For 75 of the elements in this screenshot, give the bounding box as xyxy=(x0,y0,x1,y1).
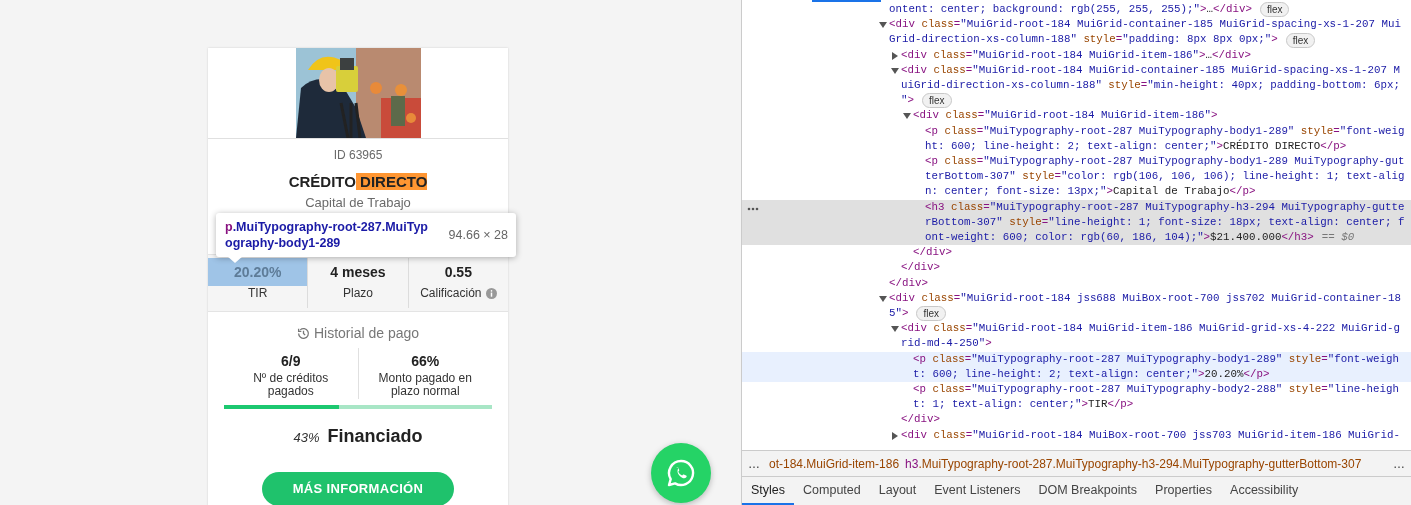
breadcrumb-item[interactable]: ot-184.MuiGrid-item-186 xyxy=(766,454,903,473)
code-line: <div class="MuiGrid-root-184 MuiGrid-item-186 MuiGrid-grid-xs-4-222 MuiGrid-g xyxy=(901,321,1400,337)
history-label: Nº de créditos pagados xyxy=(252,372,330,397)
devtools-tab[interactable]: Layout xyxy=(869,477,926,505)
history-value: 6/9 xyxy=(281,352,301,371)
breadcrumb-item[interactable]: h3.MuiTypography-root-287.MuiTypography-h3-294.MuiTypography-gutterBottom-307 xyxy=(902,454,1365,473)
code-line: rid-md-4-250"> xyxy=(901,336,992,352)
expanded-triangle-icon[interactable] xyxy=(891,66,899,75)
expanded-triangle-icon[interactable] xyxy=(879,294,887,303)
expanded-triangle-icon[interactable] xyxy=(903,112,911,121)
stat-label: Plazo xyxy=(342,286,373,300)
code-line: </div> xyxy=(913,245,952,261)
code-line: <p class="MuiTypography-root-287 MuiTypography-body1-289" style="font-weig xyxy=(925,123,1405,139)
code-line: <div class="MuiGrid-root-184 MuiGrid-item-186">…</div> xyxy=(901,47,1251,63)
element-selector: p.MuiTypography-root-287.MuiTypography-body1-289 xyxy=(225,219,429,251)
code-line: <p class="MuiTypography-root-287 MuiTypography-body1-289 MuiTypography-gut xyxy=(925,154,1405,170)
devtools-tab[interactable]: Accessibility xyxy=(1221,477,1308,505)
flex-badge[interactable]: flex xyxy=(921,93,952,109)
code-line: t: 1; text-align: center;">TIR</p> xyxy=(913,397,1134,413)
devtools-tab[interactable]: Event Listeners xyxy=(925,477,1030,505)
stat-label: TIR xyxy=(248,286,268,300)
stat-value: 20.20% xyxy=(208,258,308,286)
code-line: </div> xyxy=(889,275,928,291)
flex-badge[interactable]: flex xyxy=(916,306,946,322)
code-line: ontent: center; background: rgb(255, 255, 255);">…</div> xyxy=(889,2,1252,17)
history-title: Historial de pago xyxy=(313,324,420,342)
chat-bubble-icon xyxy=(665,457,697,489)
code-line: Grid-direction-xs-column-188" style="padding: 8px 8px 0px;"> xyxy=(889,32,1278,48)
flex-badge[interactable]: flex xyxy=(1259,2,1290,18)
code-line: ht: 600; line-height: 2; text-align: center;">CRÉDITO DIRECTO</p> xyxy=(925,138,1347,154)
code-line: 5"> xyxy=(889,306,909,322)
code-line: <p class="MuiTypography-root-287 MuiTypography-body2-288" style="line-heigh xyxy=(913,382,1399,398)
collapsed-triangle-icon[interactable] xyxy=(891,51,899,60)
devtools-tab[interactable]: Properties xyxy=(1146,477,1222,505)
panel-tab-indicator xyxy=(812,0,881,2)
breadcrumb-overflow[interactable]: … xyxy=(742,454,766,473)
code-line: <p class="MuiTypography-root-287 MuiTypography-body1-289" style="font-weigh xyxy=(913,351,1399,367)
credit-subtitle: Capital de Trabajo xyxy=(305,196,411,209)
history-value: 66% xyxy=(411,352,440,371)
code-line: uiGrid-direction-xs-column-188" style="min-height: 40px; padding-bottom: 6px; xyxy=(901,78,1400,93)
code-line: </div> xyxy=(901,260,940,276)
code-line: <h3 class="MuiTypography-root-287 MuiTypography-h3-294 MuiTypography-gutte xyxy=(925,199,1405,215)
code-line: ont-weight: 600; color: rgb(60, 186, 104);">$21.400.000</h3> xyxy=(925,230,1314,246)
stat-label: Calificación xyxy=(420,286,482,300)
code-line: </div> xyxy=(901,412,940,428)
flex-badge[interactable]: flex xyxy=(1285,32,1316,48)
stat-value: 4 meses xyxy=(329,263,387,282)
history-label: Monto pagado en plazo normal xyxy=(377,372,473,397)
code-line: t: 600; line-height: 2; text-align: center;">20.20%</p> xyxy=(913,366,1270,382)
code-line: <div class="MuiGrid-root-184 MuiGrid-container-185 MuiGrid-spacing-xs-1-207 Mui xyxy=(889,17,1401,33)
history-icon xyxy=(296,326,310,340)
expanded-triangle-icon[interactable] xyxy=(891,325,899,334)
code-line: terBottom-307" style="color: rgb(106, 106, 106); line-height: 1; text-alig xyxy=(925,169,1405,185)
code-line: <div class="MuiGrid-root-184 MuiBox-root-700 jss703 MuiGrid-item-186 MuiGrid- xyxy=(901,427,1400,443)
id-label: ID 63965 xyxy=(333,147,383,163)
code-line: "> xyxy=(901,93,914,109)
devtools-tab[interactable]: DOM Breakpoints xyxy=(1029,477,1147,505)
info-icon[interactable] xyxy=(485,287,497,299)
code-line: n: center; font-size: 13px;">Capital de Trabajo</p> xyxy=(925,184,1256,200)
collapsed-triangle-icon[interactable] xyxy=(891,431,899,440)
selected-marker: == $0 xyxy=(1321,230,1355,246)
funding-label: Financiado xyxy=(327,425,423,448)
breadcrumb-overflow[interactable]: … xyxy=(1387,454,1411,473)
funding-percent: 43% xyxy=(293,429,320,447)
expanded-triangle-icon[interactable] xyxy=(879,21,887,30)
code-line: rBottom-307" style="line-height: 1; font-size: 18px; text-align: center; f xyxy=(925,214,1405,230)
code-line: <div class="MuiGrid-root-184 MuiGrid-item-186"> xyxy=(913,108,1218,124)
stat-value: 0.55 xyxy=(443,263,473,282)
code-line: <div class="MuiGrid-root-184 MuiGrid-container-185 MuiGrid-spacing-xs-1-207 M xyxy=(901,62,1400,78)
code-line: <div class="MuiGrid-root-184 jss688 MuiBox-root-700 jss702 MuiGrid-container-18 xyxy=(889,290,1401,306)
devtools-tab[interactable]: Computed xyxy=(794,477,870,505)
element-size: 94.66 × 28 xyxy=(448,226,508,244)
more-icon[interactable] xyxy=(747,206,759,211)
credit-title: CRÉDITO DIRECTO xyxy=(288,173,428,191)
devtools-tab[interactable]: Styles xyxy=(742,477,795,505)
